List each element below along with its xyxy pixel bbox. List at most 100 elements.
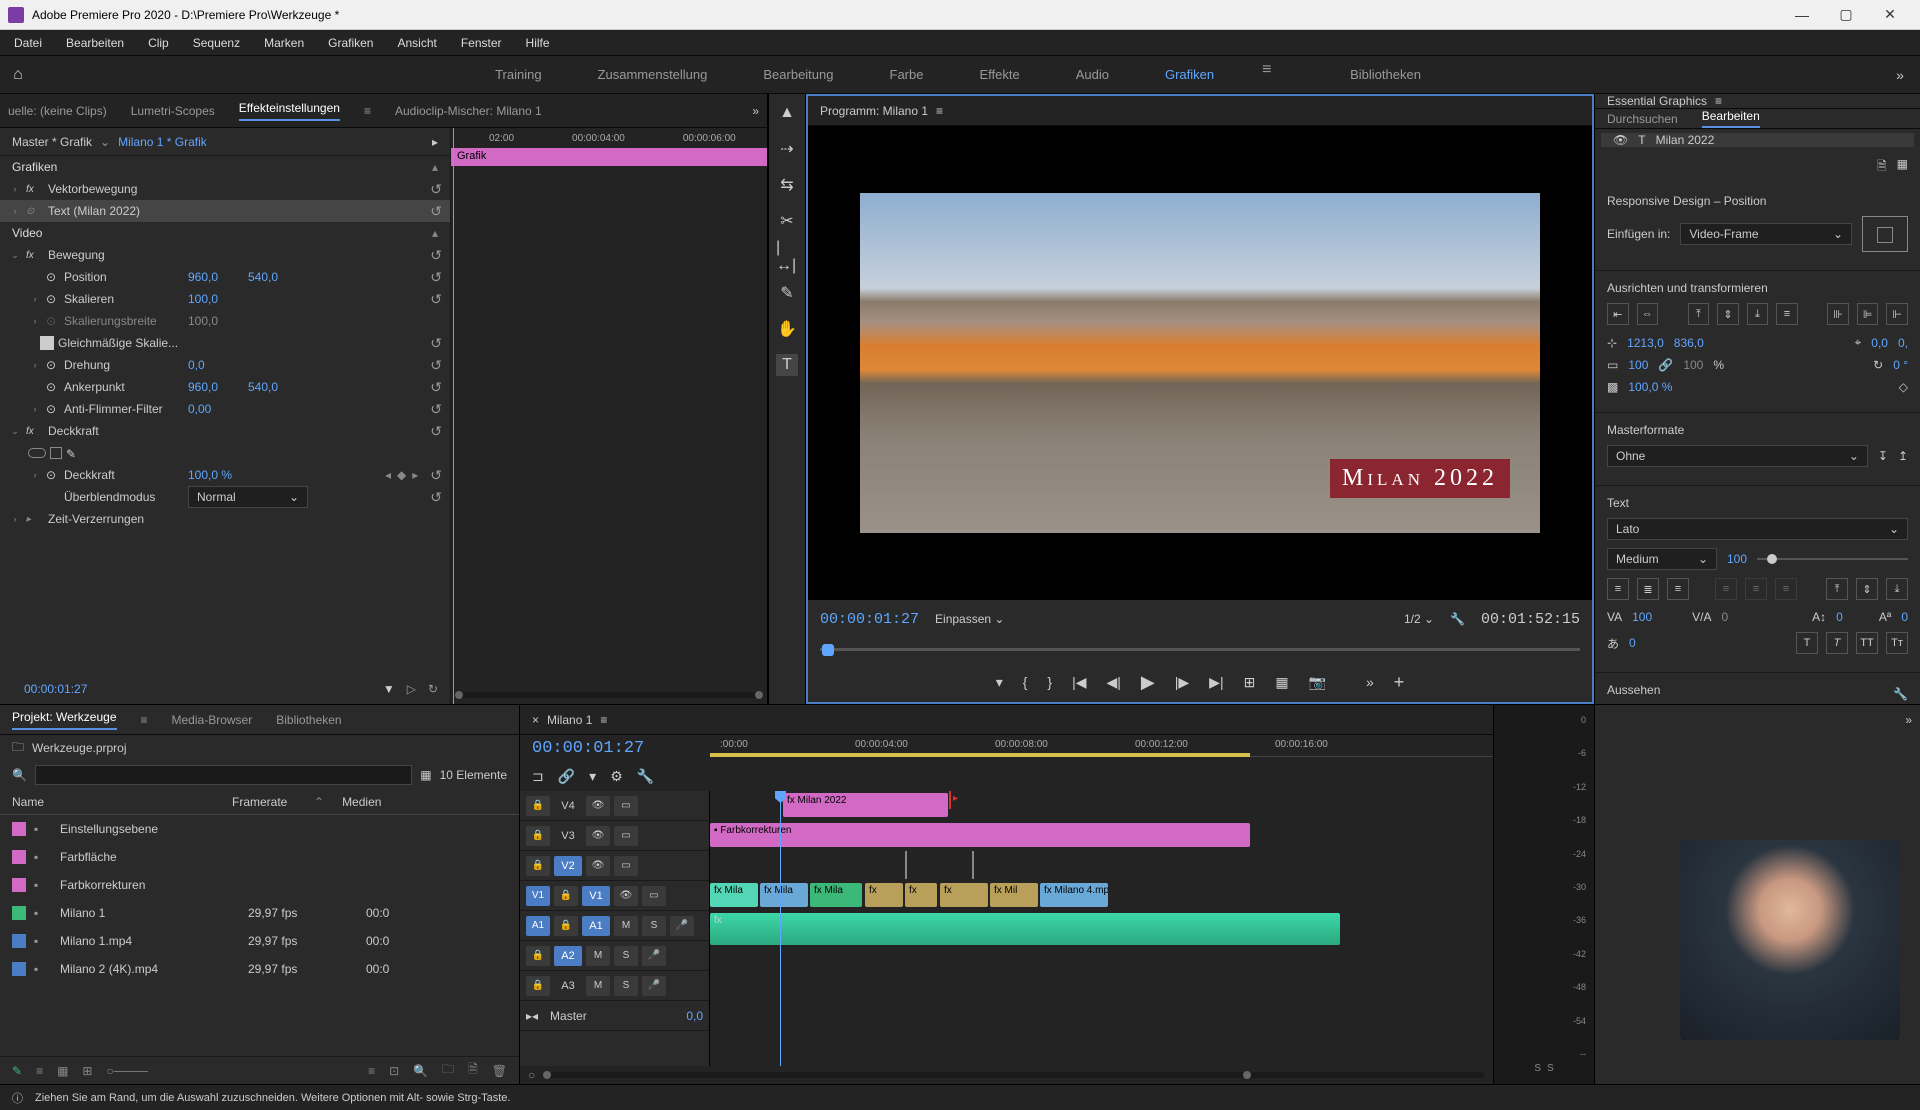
razor-tool-icon[interactable]: ✂: [776, 210, 798, 232]
snap-icon[interactable]: ⊐: [532, 768, 544, 785]
reset-icon[interactable]: ↺: [430, 489, 442, 506]
align-middle-icon[interactable]: ⇕: [1717, 303, 1739, 325]
tab-menu-icon[interactable]: ≡: [141, 713, 148, 727]
menu-edit[interactable]: Bearbeiten: [54, 32, 136, 54]
go-to-in-icon[interactable]: |◀: [1072, 674, 1086, 691]
find-icon[interactable]: 🔍: [413, 1064, 428, 1078]
timeline-timecode[interactable]: 00:00:01:27: [520, 735, 710, 762]
size-slider[interactable]: [1757, 558, 1908, 560]
master-track-header[interactable]: ▸◂Master0,0: [520, 1001, 709, 1031]
menu-file[interactable]: Datei: [2, 32, 54, 54]
allcaps-icon[interactable]: TT: [1856, 632, 1878, 654]
project-item[interactable]: ▪Milano 2 (4K).mp429,97 fps00:0: [0, 955, 519, 983]
slip-tool-icon[interactable]: |↔|: [776, 246, 798, 268]
baseline-value[interactable]: 0: [1901, 610, 1908, 624]
transport-overflow-icon[interactable]: »: [1366, 674, 1374, 690]
overwrite-icon[interactable]: ▦: [1275, 674, 1288, 691]
reset-icon[interactable]: ↺: [430, 203, 442, 220]
menu-graphics[interactable]: Grafiken: [316, 32, 385, 54]
blend-select[interactable]: Normal ⌄: [188, 486, 308, 508]
checkbox-icon[interactable]: ✓: [40, 336, 54, 350]
tab-overflow-icon[interactable]: »: [1905, 713, 1912, 727]
push-down-icon[interactable]: ↧: [1878, 449, 1888, 463]
timeline-clip[interactable]: fx Mila: [810, 883, 862, 907]
tab-overflow-icon[interactable]: »: [752, 104, 759, 118]
reset-icon[interactable]: ↺: [430, 423, 442, 440]
position-row[interactable]: ⊙ Position 960,0 540,0 ↺: [0, 266, 450, 288]
program-menu-icon[interactable]: ≡: [936, 104, 943, 118]
mini-playhead[interactable]: [453, 128, 454, 704]
close-button[interactable]: ✕: [1868, 0, 1912, 30]
distribute-v3-icon[interactable]: ⊩: [1886, 303, 1908, 325]
tab-project[interactable]: Projekt: Werkzeuge: [12, 710, 117, 730]
time-remap-row[interactable]: ›▸ Zeit-Verzerrungen: [0, 508, 450, 530]
kerning-value[interactable]: 0: [1722, 610, 1729, 624]
go-to-out-icon[interactable]: ▶|: [1209, 674, 1223, 691]
uniform-scale-row[interactable]: ✓ Gleichmäßige Skalie... ↺: [0, 332, 450, 354]
pos-x-value[interactable]: 1213,0: [1627, 336, 1664, 350]
solo-right[interactable]: S: [1547, 1063, 1554, 1074]
flicker-row[interactable]: ›⊙ Anti-Flimmer-Filter 0,00 ↺: [0, 398, 450, 420]
loop-icon[interactable]: ↻: [428, 682, 438, 696]
distribute-v-icon[interactable]: ⊪: [1827, 303, 1849, 325]
effect-mini-ruler[interactable]: 02:00 00:00:04:00 00:00:06:00: [451, 128, 767, 148]
wrench-icon[interactable]: 🔧: [637, 768, 654, 785]
eg-tab-browse[interactable]: Durchsuchen: [1607, 112, 1678, 126]
reset-icon[interactable]: ↺: [430, 181, 442, 198]
timeline-clip[interactable]: ▪ Farbkorrekturen: [710, 823, 1250, 847]
vector-motion-row[interactable]: ›fx Vektorbewegung ↺: [0, 178, 450, 200]
menu-view[interactable]: Ansicht: [385, 32, 448, 54]
mark-in-icon[interactable]: ▾: [996, 674, 1003, 691]
new-bin-icon[interactable]: 🗀: [442, 1060, 454, 1081]
align-top-icon[interactable]: ⤒: [1688, 303, 1710, 325]
tsume-value[interactable]: 0: [1629, 636, 1636, 650]
tab-effect-controls[interactable]: Effekteinstellungen: [239, 101, 340, 121]
menu-markers[interactable]: Marken: [252, 32, 316, 54]
timeline-clip[interactable]: fx Milan 2022: [783, 793, 948, 817]
tab-source[interactable]: uelle: (keine Clips): [8, 104, 107, 118]
mark-out-button[interactable]: }: [1047, 674, 1052, 690]
hand-tool-icon[interactable]: ✋: [776, 318, 798, 340]
program-timecode[interactable]: 00:00:01:27: [820, 611, 919, 628]
reset-icon[interactable]: ↺: [430, 379, 442, 396]
distribute-v2-icon[interactable]: ⊫: [1857, 303, 1879, 325]
clip-link[interactable]: Milano 1 * Grafik: [118, 135, 207, 149]
tracking-value[interactable]: 100: [1632, 610, 1652, 624]
tab-menu-icon[interactable]: ≡: [364, 104, 371, 118]
program-playhead[interactable]: [822, 644, 834, 656]
track-select-tool-icon[interactable]: ⇢: [776, 138, 798, 160]
reset-icon[interactable]: ↺: [430, 401, 442, 418]
menu-sequence[interactable]: Sequenz: [181, 32, 252, 54]
fit-select[interactable]: Einpassen ⌄: [935, 612, 1004, 626]
distribute-h-icon[interactable]: ≡: [1776, 303, 1798, 325]
home-icon[interactable]: ⌂: [0, 66, 36, 84]
ws-effects[interactable]: Effekte: [971, 61, 1027, 88]
filter-icon[interactable]: ▼: [383, 682, 395, 696]
reset-icon[interactable]: ↺: [430, 335, 442, 352]
step-forward-icon[interactable]: |▶: [1175, 674, 1189, 691]
new-layer-icon[interactable]: 🗎: [1877, 157, 1887, 178]
opacity-value-row[interactable]: ›⊙ Deckkraft 100,0 % ◂◆▸ ↺: [0, 464, 450, 486]
master-style-select[interactable]: Ohne ⌄: [1607, 445, 1868, 467]
text-align-right-icon[interactable]: ≡: [1667, 578, 1689, 600]
reset-icon[interactable]: ↺: [430, 291, 442, 308]
master-link[interactable]: Master * Grafik: [12, 135, 92, 149]
blend-mode-row[interactable]: Überblendmodus Normal ⌄ ↺: [0, 486, 450, 508]
text-valign-top-icon[interactable]: ⤒: [1826, 578, 1848, 600]
ws-color[interactable]: Farbe: [882, 61, 932, 88]
font-select[interactable]: Lato ⌄: [1607, 518, 1908, 540]
panel-menu-icon[interactable]: ≡: [1715, 94, 1722, 108]
pin-box-widget[interactable]: [1862, 216, 1908, 252]
menu-help[interactable]: Hilfe: [514, 32, 562, 54]
timeline-clip[interactable]: fx: [710, 913, 1340, 945]
video-track-header[interactable]: 🔒V2👁▭: [520, 851, 709, 881]
project-item[interactable]: ▪Milano 129,97 fps00:0: [0, 899, 519, 927]
anchor-num[interactable]: 0,0: [1871, 336, 1888, 350]
overflow-icon[interactable]: »: [1880, 67, 1920, 83]
wrench-icon[interactable]: 🔧: [1450, 612, 1465, 626]
audio-track-header[interactable]: 🔒A3MS🎤: [520, 971, 709, 1001]
align-bottom-icon[interactable]: ⤓: [1747, 303, 1769, 325]
opacity-group-row[interactable]: ⌄fx Deckkraft ↺: [0, 420, 450, 442]
ws-assembly[interactable]: Zusammenstellung: [590, 61, 716, 88]
timeline-clip[interactable]: fx: [865, 883, 903, 907]
